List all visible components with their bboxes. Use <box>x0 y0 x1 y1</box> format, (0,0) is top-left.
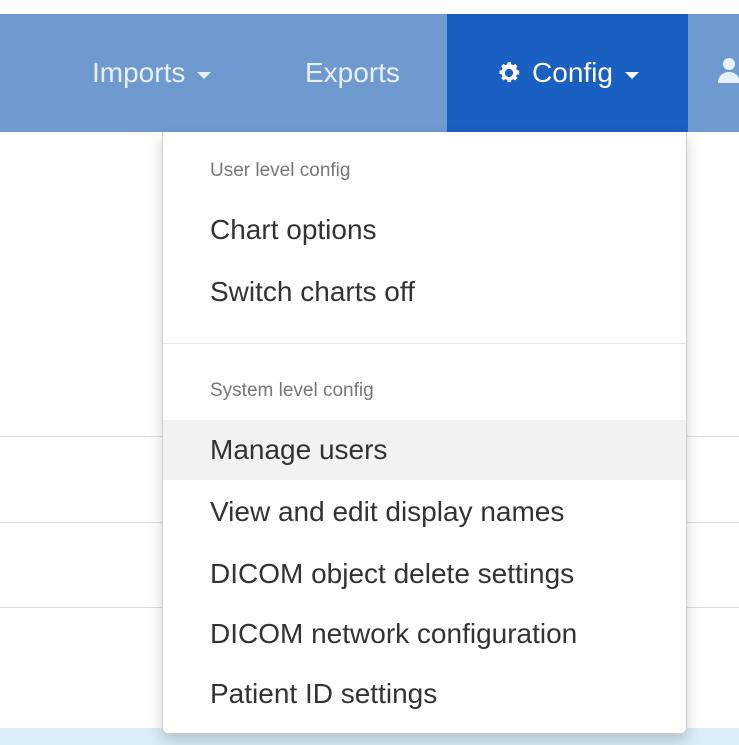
menu-item-patient-id-settings[interactable]: Patient ID settings <box>163 664 686 724</box>
dropdown-divider <box>163 343 686 344</box>
menu-item-dicom-object-delete-settings[interactable]: DICOM object delete settings <box>163 544 686 604</box>
menu-item-switch-charts-off[interactable]: Switch charts off <box>163 262 686 322</box>
dropdown-header-user: User level config <box>210 160 351 181</box>
nav-user[interactable] <box>718 14 739 132</box>
caret-down-icon <box>624 71 639 79</box>
nav-exports-label: Exports <box>305 57 400 88</box>
nav-imports[interactable]: Imports <box>92 14 212 132</box>
nav-exports[interactable]: Exports <box>305 14 400 132</box>
dropdown-header-system: System level config <box>210 380 374 401</box>
caret-down-icon <box>197 71 212 79</box>
nav-imports-label: Imports <box>92 57 186 88</box>
menu-item-view-edit-display-names[interactable]: View and edit display names <box>163 482 686 542</box>
user-icon <box>718 57 739 90</box>
menu-item-dicom-network-configuration[interactable]: DICOM network configuration <box>163 604 686 664</box>
menu-item-manage-users[interactable]: Manage users <box>163 420 686 480</box>
gear-icon <box>496 60 522 86</box>
menu-item-chart-options[interactable]: Chart options <box>163 200 686 260</box>
nav-config-label: Config <box>532 57 613 88</box>
config-dropdown-menu: User level config Chart options Switch c… <box>162 132 687 734</box>
nav-config[interactable]: Config <box>447 14 688 132</box>
